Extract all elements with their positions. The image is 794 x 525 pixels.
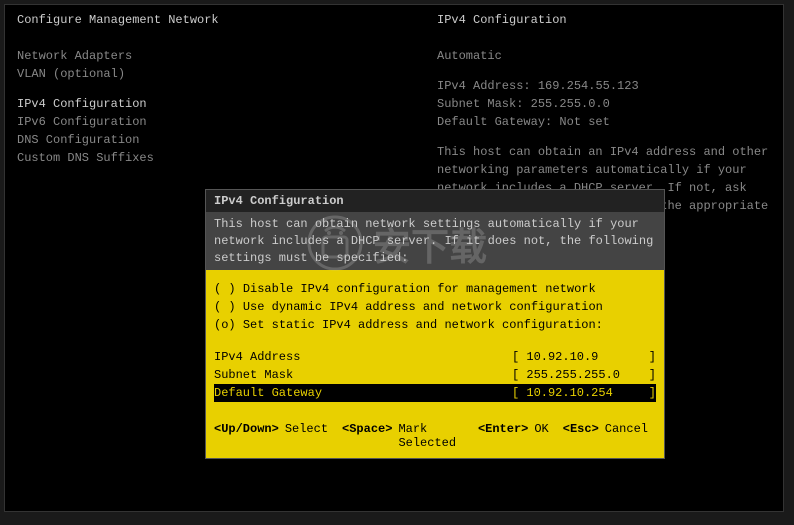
action-ok[interactable]: OK: [534, 422, 548, 450]
menu-item-network-adapters[interactable]: Network Adapters: [17, 47, 437, 65]
header-left-title: Configure Management Network: [17, 13, 437, 27]
radio-marker: ( ): [214, 282, 236, 296]
dialog-description: This host can obtain network settings au…: [206, 212, 664, 270]
info-gateway-value: Not set: [559, 115, 609, 129]
dialog-title: IPv4 Configuration: [206, 190, 664, 212]
info-gateway: Default Gateway: Not set: [437, 113, 771, 131]
field-default-gateway[interactable]: Default Gateway [ 10.92.10.254 ]: [214, 384, 656, 402]
radio-label: Use dynamic IPv4 address and network con…: [243, 300, 603, 314]
key-updown: <Up/Down>: [214, 422, 279, 450]
menu-item-ipv4[interactable]: IPv4 Configuration: [17, 95, 437, 113]
field-label: Subnet Mask: [214, 366, 293, 384]
header-right-title: IPv4 Configuration: [437, 13, 771, 27]
radio-disable-ipv4[interactable]: ( ) Disable IPv4 configuration for manag…: [214, 280, 656, 298]
radio-static-ipv4[interactable]: (o) Set static IPv4 address and network …: [214, 316, 656, 334]
field-label: Default Gateway: [214, 384, 322, 402]
radio-label: Disable IPv4 configuration for managemen…: [243, 282, 596, 296]
header-row: Configure Management Network IPv4 Config…: [17, 13, 771, 27]
info-subnet-value: 255.255.0.0: [531, 97, 610, 111]
radio-marker: (o): [214, 318, 236, 332]
console-screen: Configure Management Network IPv4 Config…: [4, 4, 784, 512]
menu-item-custom-dns[interactable]: Custom DNS Suffixes: [17, 149, 437, 167]
field-value[interactable]: [ 10.92.10.254 ]: [512, 384, 656, 402]
action-mark: Mark Selected: [398, 422, 469, 450]
menu-item-vlan[interactable]: VLAN (optional): [17, 65, 437, 83]
info-subnet-label: Subnet Mask:: [437, 97, 523, 111]
radio-marker: ( ): [214, 300, 236, 314]
field-ipv4-address[interactable]: IPv4 Address [ 10.92.10.9 ]: [214, 348, 656, 366]
menu-item-dns[interactable]: DNS Configuration: [17, 131, 437, 149]
static-fields: IPv4 Address [ 10.92.10.9 ] Subnet Mask …: [214, 348, 656, 402]
key-enter: <Enter>: [478, 422, 528, 450]
field-subnet-mask[interactable]: Subnet Mask [ 255.255.255.0 ]: [214, 366, 656, 384]
field-value[interactable]: [ 255.255.255.0 ]: [512, 366, 656, 384]
info-ipv4-value: 169.254.55.123: [538, 79, 639, 93]
info-mode: Automatic: [437, 47, 771, 65]
key-esc: <Esc>: [563, 422, 599, 450]
dialog-body: ( ) Disable IPv4 configuration for manag…: [206, 270, 664, 408]
dialog-footer: <Up/Down> Select <Space> Mark Selected <…: [206, 408, 664, 458]
menu-item-ipv6[interactable]: IPv6 Configuration: [17, 113, 437, 131]
info-subnet: Subnet Mask: 255.255.0.0: [437, 95, 771, 113]
info-ipv4-label: IPv4 Address:: [437, 79, 531, 93]
field-label: IPv4 Address: [214, 348, 300, 366]
field-value[interactable]: [ 10.92.10.9 ]: [512, 348, 656, 366]
action-select: Select: [285, 422, 328, 450]
menu-spacer: [17, 83, 437, 95]
radio-label: Set static IPv4 address and network conf…: [243, 318, 603, 332]
ipv4-config-dialog: IPv4 Configuration This host can obtain …: [205, 189, 665, 459]
action-cancel[interactable]: Cancel: [605, 422, 648, 450]
info-gateway-label: Default Gateway:: [437, 115, 552, 129]
key-space: <Space>: [342, 422, 392, 450]
info-ipv4: IPv4 Address: 169.254.55.123: [437, 77, 771, 95]
radio-dynamic-ipv4[interactable]: ( ) Use dynamic IPv4 address and network…: [214, 298, 656, 316]
